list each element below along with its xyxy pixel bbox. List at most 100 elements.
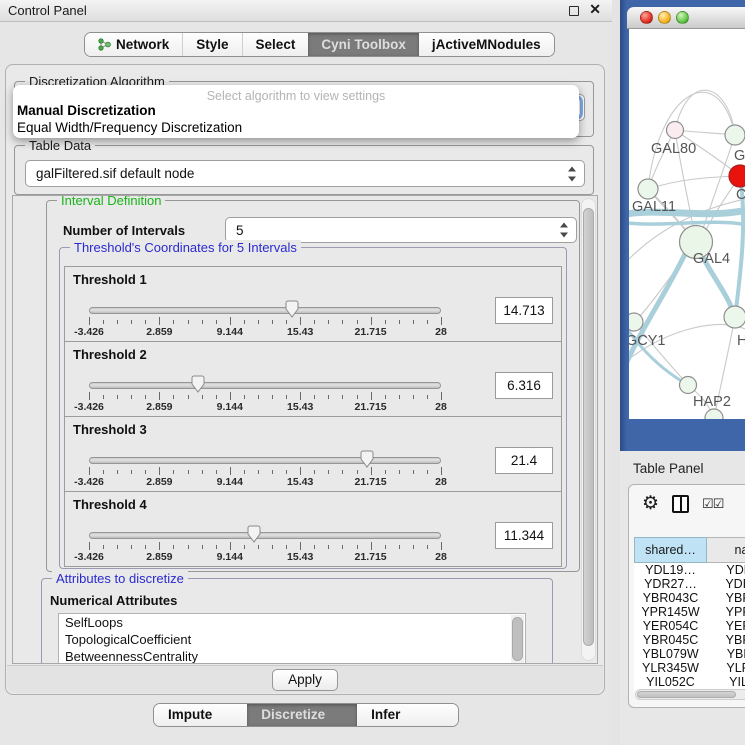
- attribute-item[interactable]: BetweennessCentrality: [59, 648, 525, 664]
- table-data-combobox[interactable]: galFiltered.sif default node: [25, 160, 585, 187]
- node-hap2[interactable]: [680, 377, 697, 394]
- table-cell[interactable]: YDL1: [707, 563, 745, 577]
- node-gal11[interactable]: [638, 179, 658, 199]
- table-data-stepper[interactable]: [568, 166, 577, 181]
- threshold-2-value[interactable]: 6.316: [495, 372, 553, 399]
- table-cell[interactable]: YBL079W: [634, 647, 707, 661]
- table-cell[interactable]: YDL19…: [634, 563, 707, 577]
- table-row[interactable]: YER054CYER0: [634, 619, 745, 633]
- table-row[interactable]: YBL079WYBL0: [634, 647, 745, 661]
- node-gal80[interactable]: [667, 122, 684, 139]
- threshold-1-slider[interactable]: -3.4262.8599.14415.4321.71528: [89, 301, 441, 341]
- slider-track[interactable]: [89, 307, 441, 314]
- minimize-traffic-light[interactable]: [658, 11, 671, 24]
- table-cell[interactable]: YIL0: [707, 675, 745, 689]
- numerical-attributes-list[interactable]: SelfLoopsTopologicalCoefficientBetweenne…: [58, 613, 526, 664]
- threshold-1-value[interactable]: 14.713: [495, 297, 553, 324]
- table-row[interactable]: YDL19…YDL1: [634, 563, 745, 577]
- slider-thumb[interactable]: [190, 375, 206, 393]
- table-row[interactable]: YLR345WYLR3: [634, 661, 745, 675]
- node-gcy1[interactable]: [629, 313, 643, 331]
- threshold-3-slider[interactable]: -3.4262.8599.14415.4321.71528: [89, 451, 441, 491]
- tab-select[interactable]: Select: [242, 33, 309, 56]
- control-panel-titlebar: Control Panel ✕: [0, 0, 612, 22]
- algorithm-prompt-option[interactable]: Select algorithm to view settings: [13, 89, 579, 103]
- node-label-gal11: GAL11: [632, 199, 676, 215]
- gear-icon[interactable]: ⚙︎: [642, 494, 659, 514]
- slider-track[interactable]: [89, 532, 441, 539]
- table-cell[interactable]: YLR345W: [634, 661, 707, 675]
- slider-ticks: [89, 392, 441, 401]
- node-label-red: C: [736, 187, 745, 203]
- network-canvas[interactable]: GAL80 G C GAL11 GAL4 GCY1 H HAP2: [629, 29, 745, 419]
- algorithm-option-manual[interactable]: Manual Discretization: [13, 103, 579, 120]
- table-cell[interactable]: YBL0: [707, 647, 745, 661]
- settings-vertical-scrollbar[interactable]: [581, 198, 596, 661]
- tab-jactivemnodules[interactable]: jActiveMNodules: [419, 33, 554, 56]
- scrollbar-thumb[interactable]: [583, 208, 594, 646]
- slider-thumb[interactable]: [284, 300, 300, 318]
- slider-track[interactable]: [89, 382, 441, 389]
- table-cell[interactable]: YER0: [707, 619, 745, 633]
- node-top-right[interactable]: [725, 125, 745, 145]
- settings-scroll-panel: Interval Definition Number of Intervals …: [12, 195, 598, 664]
- table-cell[interactable]: YBR0: [707, 591, 745, 605]
- table-cell[interactable]: YBR045C: [634, 633, 707, 647]
- threshold-2-slider[interactable]: -3.4262.8599.14415.4321.71528: [89, 376, 441, 416]
- float-icon[interactable]: [569, 6, 579, 16]
- tab-discretize-data[interactable]: Discretize Data: [247, 704, 357, 726]
- column-header-name[interactable]: na: [707, 537, 745, 563]
- slider-thumb[interactable]: [246, 525, 262, 543]
- table-cell[interactable]: YLR3: [707, 661, 745, 675]
- number-of-intervals-stepper[interactable]: [560, 223, 569, 238]
- close-traffic-light[interactable]: [640, 11, 653, 24]
- slider-tick-labels: -3.4262.8599.14415.4321.71528: [89, 401, 441, 413]
- node-bottom-partial[interactable]: [705, 409, 723, 419]
- table-cell[interactable]: YER054C: [634, 619, 707, 633]
- bottom-tab-bar: Impute Data Discretize Data Infer Networ…: [153, 703, 459, 727]
- table-cell[interactable]: YDR2: [707, 577, 745, 591]
- attributes-group-label: Attributes to discretize: [52, 571, 188, 586]
- algorithm-option-equal-width[interactable]: Equal Width/Frequency Discretization: [13, 120, 579, 137]
- select-columns-icon[interactable]: ☑☑: [702, 496, 723, 512]
- table-row[interactable]: YBR045CYBR0: [634, 633, 745, 647]
- column-header-shared-name[interactable]: shared…: [634, 537, 707, 563]
- tab-impute-data[interactable]: Impute Data: [154, 704, 247, 726]
- threshold-4-value[interactable]: 11.344: [495, 522, 553, 549]
- threshold-3-value[interactable]: 21.4: [495, 447, 553, 474]
- table-data-value: galFiltered.sif default node: [36, 161, 558, 186]
- network-window-titlebar[interactable]: [627, 7, 745, 29]
- attribute-item[interactable]: SelfLoops: [59, 614, 525, 631]
- split-columns-icon[interactable]: [672, 495, 689, 513]
- threshold-4-slider[interactable]: -3.4262.8599.14415.4321.71528: [89, 526, 441, 566]
- close-icon[interactable]: ✕: [589, 1, 601, 18]
- table-cell[interactable]: YBR0: [707, 633, 745, 647]
- table-cell[interactable]: YPR145W: [634, 605, 707, 619]
- table-row[interactable]: YPR145WYPR1: [634, 605, 745, 619]
- slider-track[interactable]: [89, 457, 441, 464]
- table-cell[interactable]: YPR1: [707, 605, 745, 619]
- slider-thumb[interactable]: [359, 450, 375, 468]
- table-row[interactable]: YIL052CYIL0: [634, 675, 745, 689]
- table-row[interactable]: YBR043CYBR0: [634, 591, 745, 605]
- table-horizontal-scrollbar[interactable]: [635, 689, 745, 700]
- tab-network[interactable]: Network: [85, 33, 182, 56]
- tab-infer-network[interactable]: Infer Network: [357, 704, 458, 726]
- apply-button[interactable]: Apply: [272, 669, 338, 691]
- node-label-gal80: GAL80: [651, 141, 696, 157]
- panel-title: Control Panel: [8, 0, 87, 21]
- node-h[interactable]: [724, 306, 745, 328]
- table-cell[interactable]: YIL052C: [634, 675, 707, 689]
- attributes-list-scrollbar[interactable]: [511, 615, 524, 664]
- slider-ticks: [89, 467, 441, 476]
- node-selected-red[interactable]: [729, 165, 745, 187]
- network-view-window: GAL80 G C GAL11 GAL4 GCY1 H HAP2: [620, 0, 745, 451]
- attribute-item[interactable]: TopologicalCoefficient: [59, 631, 525, 648]
- table-row[interactable]: YDR27…YDR2: [634, 577, 745, 591]
- table-cell[interactable]: YDR27…: [634, 577, 707, 591]
- tab-cyni-toolbox[interactable]: Cyni Toolbox: [308, 33, 419, 56]
- scrollbar-thumb[interactable]: [637, 691, 736, 698]
- zoom-traffic-light[interactable]: [676, 11, 689, 24]
- table-cell[interactable]: YBR043C: [634, 591, 707, 605]
- tab-style[interactable]: Style: [182, 33, 241, 56]
